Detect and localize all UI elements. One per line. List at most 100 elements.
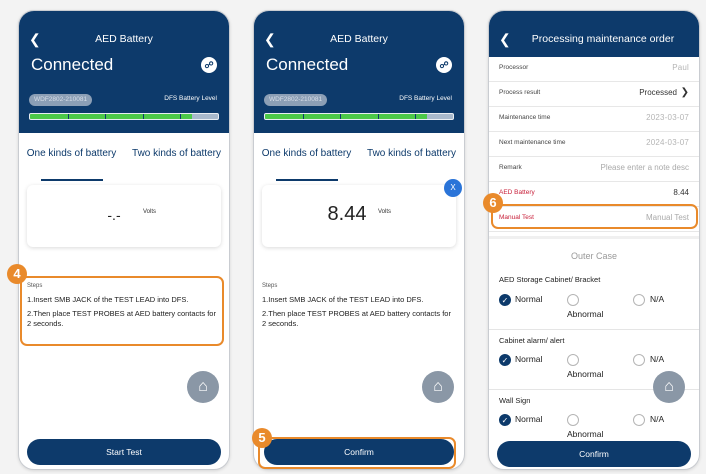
callout-frame-confirm [258, 437, 456, 469]
phone-screen-after-test: ❮ AED Battery Connected ☍ WDF2802-210081… [253, 10, 465, 470]
connection-status: Connected [266, 55, 349, 74]
battery-segment-divider [377, 114, 379, 119]
tab-one-kind[interactable]: One kinds of battery [254, 147, 359, 160]
radio-na[interactable] [633, 294, 645, 306]
header-panel: ❮ AED Battery Connected ☍ WDF2802-210081… [19, 11, 229, 133]
form-row-next-maintenance-time[interactable]: Next maintenance time 2024-03-07 [489, 132, 699, 157]
voltage-unit: Volts [143, 209, 157, 215]
option-na[interactable]: N/A [650, 294, 664, 304]
tab-two-kinds[interactable]: Two kinds of battery [359, 147, 464, 160]
radio-abnormal[interactable] [567, 414, 579, 426]
home-icon[interactable]: ⌂ [422, 371, 454, 403]
radio-normal-selected[interactable]: ✓ [499, 414, 511, 426]
field-value: Paul [672, 63, 689, 72]
connection-status: Connected [31, 55, 114, 74]
battery-segment-divider [142, 114, 144, 119]
field-value: 2024-03-07 [646, 138, 689, 147]
section-title: Outer Case [570, 251, 618, 261]
voltage-reading: 8.44 [327, 203, 367, 225]
form-row-processor: Processor Paul [489, 57, 699, 82]
field-label: Next maintenance time [499, 139, 566, 146]
question-label: Cabinet alarm/ alert [499, 336, 565, 345]
callout-frame-steps [20, 276, 224, 346]
active-tab-indicator [41, 179, 103, 181]
option-normal[interactable]: Normal [515, 414, 542, 424]
test-steps: Steps 1.Insert SMB JACK of the TEST LEAD… [262, 283, 456, 343]
battery-level-fill [265, 114, 427, 119]
battery-segment-divider [180, 114, 182, 119]
confirm-button[interactable]: Confirm [497, 441, 691, 467]
option-normal[interactable]: Normal [515, 294, 542, 304]
field-label: Maintenance time [499, 114, 551, 121]
form-row-maintenance-time[interactable]: Maintenance time 2023-03-07 [489, 107, 699, 132]
callout-number: 6 [483, 193, 503, 213]
tab-one-kind[interactable]: One kinds of battery [19, 147, 124, 160]
battery-segment-divider [415, 114, 417, 119]
callout-number: 4 [7, 264, 27, 284]
active-tab-indicator [276, 179, 338, 181]
question-label: Wall Sign [499, 396, 531, 405]
phone-screen-maintenance-order: ❮ Processing maintenance order Processor… [488, 10, 700, 470]
page-title: Processing maintenance order [531, 33, 675, 45]
field-label: Process result [499, 89, 541, 96]
option-abnormal[interactable]: Abnormal [567, 309, 603, 319]
home-icon[interactable]: ⌂ [187, 371, 219, 403]
step-2: 2.Then place TEST PROBES at AED battery … [262, 309, 451, 328]
clear-reading-x-icon[interactable]: X [444, 179, 462, 197]
radio-abnormal[interactable] [567, 294, 579, 306]
form-row-remark[interactable]: Remark Please enter a note desc [489, 157, 699, 182]
battery-segment-divider [340, 114, 342, 119]
voltage-reading: -.- [107, 207, 121, 223]
defibrillator-icon: ☍ [201, 57, 217, 73]
battery-level-bar [29, 113, 219, 120]
battery-level-bar [264, 113, 454, 120]
callout-frame-manual-test [491, 204, 698, 229]
option-na[interactable]: N/A [650, 354, 664, 364]
step-1: 1.Insert SMB JACK of the TEST LEAD into … [262, 295, 424, 304]
radio-abnormal[interactable] [567, 354, 579, 366]
tab-two-kinds[interactable]: Two kinds of battery [124, 147, 229, 160]
callout-number: 5 [252, 428, 272, 448]
field-value: 8.44 [673, 188, 689, 197]
remark-input[interactable]: Please enter a note desc [600, 163, 689, 172]
radio-na[interactable] [633, 354, 645, 366]
option-abnormal[interactable]: Abnormal [567, 369, 603, 379]
radio-normal-selected[interactable]: ✓ [499, 354, 511, 366]
battery-level-label: DFS Battery Level [399, 95, 452, 102]
battery-segment-divider [67, 114, 69, 119]
chevron-right-icon[interactable]: ❯ [681, 87, 689, 98]
option-na[interactable]: N/A [650, 414, 664, 424]
voltage-reading-card: -.- Volts [27, 185, 221, 247]
field-value: Processed [639, 88, 677, 97]
defibrillator-icon: ☍ [436, 57, 452, 73]
battery-segment-divider [105, 114, 107, 119]
voltage-reading-card: 8.44 Volts X [262, 179, 462, 247]
device-serial: WDF2802-210081 [29, 94, 93, 106]
field-label: AED Battery [499, 189, 535, 196]
header-bar: ❮ Processing maintenance order [489, 11, 699, 57]
field-value: 2023-03-07 [646, 113, 689, 122]
page-title: AED Battery [95, 33, 153, 45]
radio-normal-selected[interactable]: ✓ [499, 294, 511, 306]
page-title: AED Battery [330, 33, 388, 45]
battery-kind-tabs: One kinds of battery Two kinds of batter… [19, 143, 229, 187]
start-test-button[interactable]: Start Test [27, 439, 221, 465]
option-normal[interactable]: Normal [515, 354, 542, 364]
device-serial: WDF2802-210081 [264, 94, 328, 106]
battery-segment-divider [302, 114, 304, 119]
battery-level-fill [30, 114, 192, 119]
field-label: Remark [499, 164, 522, 171]
field-label: Processor [499, 64, 529, 71]
form-row-process-result[interactable]: Process result Processed ❯ [489, 82, 699, 107]
question-label: AED Storage Cabinet/ Bracket [499, 275, 601, 284]
steps-title: Steps [262, 283, 278, 289]
voltage-unit: Volts [378, 209, 392, 215]
radio-na[interactable] [633, 414, 645, 426]
phone-screen-before-test: ❮ AED Battery Connected ☍ WDF2802-210081… [18, 10, 230, 470]
section-divider [489, 236, 699, 239]
option-abnormal[interactable]: Abnormal [567, 429, 603, 439]
home-icon[interactable]: ⌂ [653, 371, 685, 403]
tutorial-screenshots: ❮ AED Battery Connected ☍ WDF2802-210081… [0, 0, 706, 474]
battery-level-label: DFS Battery Level [164, 95, 217, 102]
battery-kind-tabs: One kinds of battery Two kinds of batter… [254, 143, 464, 187]
